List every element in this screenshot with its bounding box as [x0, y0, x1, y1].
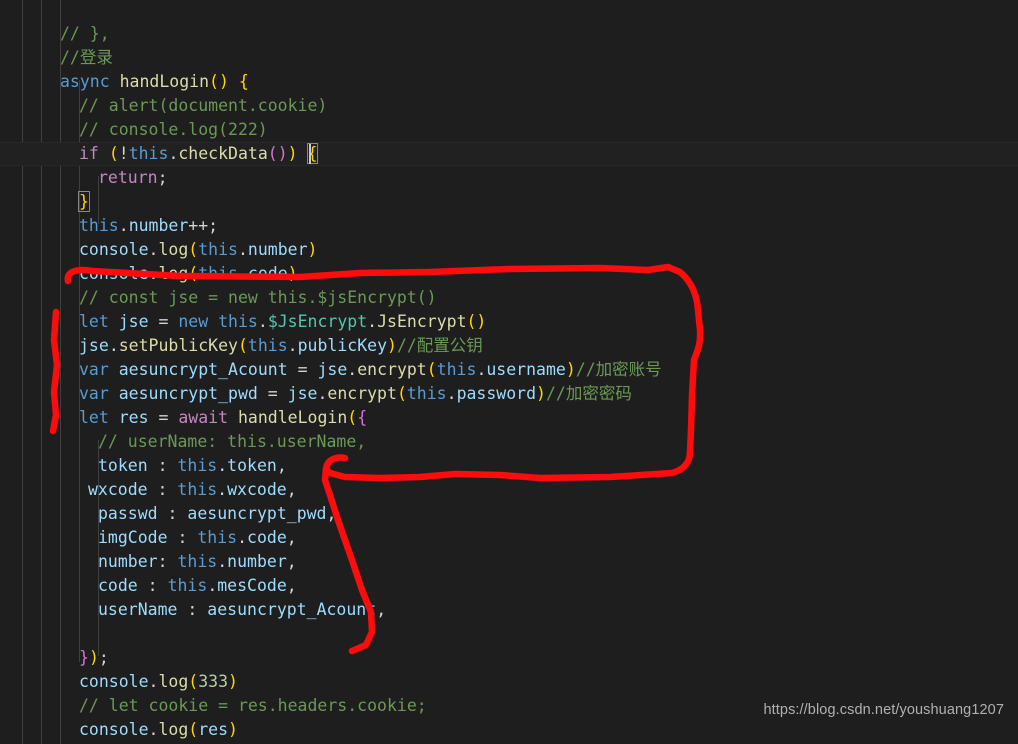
code-line: imgCode : this.code, [98, 528, 297, 547]
code-line: console.log(this.number) [79, 240, 318, 259]
code-line: let res = await handleLogin({ [79, 408, 368, 427]
code-line: async handLogin() { [60, 72, 249, 91]
code-line: if (!this.checkData()) { [79, 143, 319, 164]
code-line: wxcode : this.wxcode, [88, 480, 297, 499]
code-line: //登录 [60, 48, 113, 67]
code-line: userName : aesuncrypt_Acount, [98, 600, 387, 619]
code-line: jse.setPublicKey(this.publicKey)//配置公钥 [79, 336, 483, 355]
code-line: // userName: this.userName, [98, 432, 367, 451]
code-line: var aesuncrypt_pwd = jse.encrypt(this.pa… [79, 384, 632, 403]
code-line: } [78, 191, 90, 212]
code-content[interactable]: // }, //登录 async handLogin() { // alert(… [0, 0, 1018, 744]
code-line: number: this.number, [98, 552, 297, 571]
code-line: code : this.mesCode, [98, 576, 297, 595]
code-line: // const jse = new this.$jsEncrypt() [79, 288, 437, 307]
code-line: var aesuncrypt_Acount = jse.encrypt(this… [79, 360, 662, 379]
code-line: console.log(res) [79, 720, 238, 739]
code-line: token : this.token, [98, 456, 287, 475]
code-line: passwd : aesuncrypt_pwd, [98, 504, 337, 523]
watermark-url: https://blog.csdn.net/youshuang1207 [763, 702, 1004, 718]
code-line: console.log(this.code) [79, 264, 298, 283]
code-line: console.log(333) [79, 672, 238, 691]
code-line: // console.log(222) [79, 120, 268, 139]
code-line: // }, [60, 24, 110, 43]
code-line: return; [98, 168, 168, 187]
code-line: this.number++; [79, 216, 219, 235]
code-line: // let cookie = res.headers.cookie; [79, 696, 427, 715]
text-cursor [309, 144, 311, 164]
code-editor[interactable]: // }, //登录 async handLogin() { // alert(… [0, 0, 1018, 744]
code-line: let jse = new this.$JsEncrypt.JsEncrypt(… [79, 312, 487, 331]
code-line: // alert(document.cookie) [79, 96, 328, 115]
code-line: }); [79, 648, 109, 667]
